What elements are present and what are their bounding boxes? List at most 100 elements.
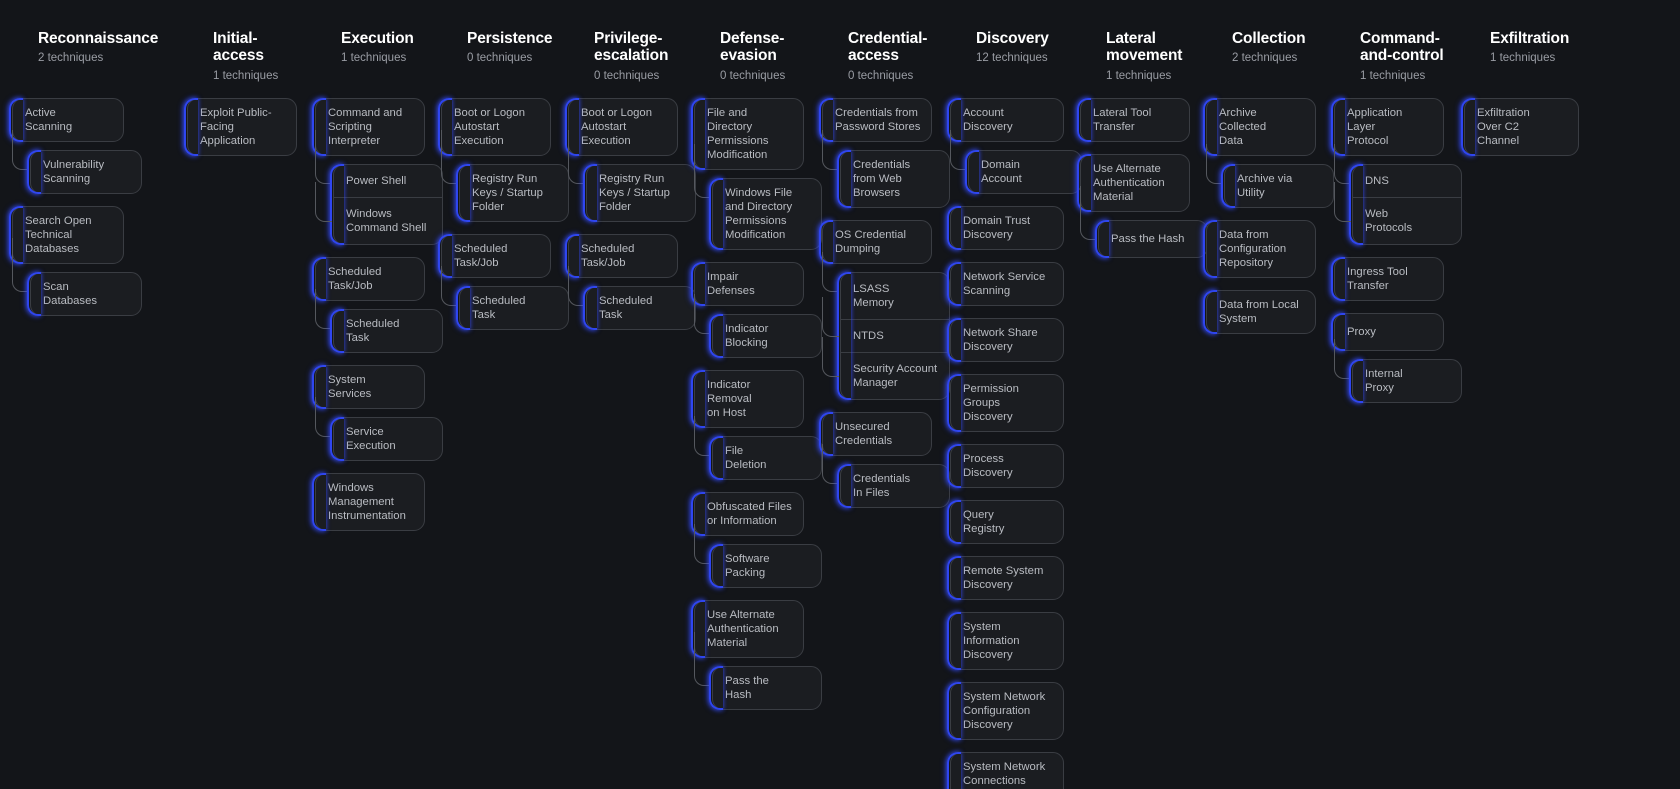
technique-card[interactable]: Data from Configuration Repository — [1203, 220, 1316, 278]
technique-card[interactable]: Unsecured Credentials — [819, 412, 932, 456]
column-title: Discovery — [976, 30, 1049, 47]
column-title: Initial-access — [213, 30, 264, 65]
sub-technique-card[interactable]: Scheduled Task — [583, 286, 696, 330]
technique-card[interactable]: Active Scanning — [9, 98, 124, 142]
column-technique-count: 12 techniques — [976, 52, 1048, 65]
sub-technique-card[interactable]: Scheduled Task — [330, 309, 443, 353]
technique-card[interactable]: Credentials from Password Stores — [819, 98, 932, 142]
technique-card[interactable]: Application Layer Protocol — [1331, 98, 1444, 156]
tactic-column-execution: Execution 1 techniques Command and Scripti… — [303, 30, 443, 543]
sub-technique-row[interactable]: NTDS — [841, 319, 949, 352]
sub-technique-label: Scheduled Task — [472, 295, 526, 321]
technique-group: Account Discovery Domain Account — [947, 98, 1082, 194]
technique-group: Active Scanning Vulnerability Scanning — [9, 98, 175, 194]
technique-card[interactable]: Domain Trust Discovery — [947, 206, 1064, 250]
technique-card[interactable]: Process Discovery — [947, 444, 1064, 488]
sub-technique-row[interactable]: Windows Command Shell — [334, 197, 442, 244]
technique-card[interactable]: Archive Collected Data — [1203, 98, 1316, 156]
technique-label: Remote System Discovery — [963, 565, 1044, 591]
sub-technique-label: Service Execution — [346, 426, 396, 452]
technique-group: Search Open Technical Databases Scan Data… — [9, 206, 175, 316]
technique-card[interactable]: Proxy — [1331, 313, 1444, 351]
sub-technique-label: Credentials from Web Browsers — [853, 159, 911, 199]
technique-card[interactable]: Lateral Tool Transfer — [1077, 98, 1190, 142]
sub-technique-card[interactable]: Domain Account — [965, 150, 1082, 194]
sub-technique-label: Windows File and Directory Permissions M… — [725, 187, 793, 241]
sub-technique-row[interactable]: LSASS Memory — [841, 273, 949, 319]
technique-card[interactable]: Remote System Discovery — [947, 556, 1064, 600]
technique-group: Network Service Scanning — [947, 262, 1068, 306]
sub-technique-card[interactable]: Scan Databases — [27, 272, 142, 316]
technique-card[interactable]: Data from Local System — [1203, 290, 1316, 334]
sub-technique-list: Archive via Utility — [1206, 144, 1334, 208]
technique-card[interactable]: Scheduled Task/Job — [438, 234, 551, 278]
column-header: Reconnaissance 2 techniques — [12, 30, 175, 86]
sub-technique-row[interactable]: Security Account Manager — [841, 352, 949, 399]
technique-label: Network Service Scanning — [963, 271, 1046, 297]
sub-technique-wrap: Vulnerability Scanning — [12, 130, 175, 194]
technique-card[interactable]: System Network Configuration Discovery — [947, 682, 1064, 740]
sub-technique-card[interactable]: Credentials from Web Browsers — [837, 150, 950, 208]
sub-technique-row[interactable]: DNS — [1353, 165, 1461, 197]
technique-group: System Network Configuration Discovery — [947, 682, 1068, 740]
technique-card[interactable]: Exploit Public- Facing Application — [184, 98, 297, 156]
technique-card[interactable]: Search Open Technical Databases — [9, 206, 124, 264]
sub-technique-list: Registry Run Keys / Startup Folder — [568, 130, 696, 222]
sub-technique-card[interactable]: Indicator Blocking — [709, 314, 822, 358]
sub-technique-card[interactable]: Credentials In Files — [837, 464, 950, 508]
technique-card[interactable]: System Services — [312, 365, 425, 409]
sub-technique-card[interactable]: DNS Web Protocols — [1349, 164, 1462, 245]
technique-label: Archive Collected Data — [1219, 107, 1267, 147]
sub-technique-card[interactable]: Vulnerability Scanning — [27, 150, 142, 194]
sub-technique-label: Scan Databases — [43, 281, 98, 307]
sub-technique-row[interactable]: Power Shell — [334, 165, 442, 197]
technique-card[interactable]: Scheduled Task/Job — [312, 257, 425, 301]
technique-card[interactable]: OS Credential Dumping — [819, 220, 932, 264]
sub-technique-card[interactable]: Registry Run Keys / Startup Folder — [456, 164, 569, 222]
technique-card[interactable]: Boot or Logon Autostart Execution — [438, 98, 551, 156]
sub-technique-card[interactable]: Archive via Utility — [1221, 164, 1334, 208]
sub-technique-card[interactable]: Pass the Hash — [1095, 220, 1208, 258]
technique-card[interactable]: Obfuscated Files or Information — [691, 492, 804, 536]
technique-card[interactable]: Indicator Removal on Host — [691, 370, 804, 428]
sub-technique-card[interactable]: Registry Run Keys / Startup Folder — [583, 164, 696, 222]
technique-card[interactable]: Network Share Discovery — [947, 318, 1064, 362]
technique-card[interactable]: System Information Discovery — [947, 612, 1064, 670]
column-technique-count: 0 techniques — [848, 69, 914, 82]
sub-technique-row[interactable]: Web Protocols — [1353, 197, 1461, 244]
technique-card[interactable]: Use Alternate Authentication Material — [691, 600, 804, 658]
technique-card[interactable]: Exfiltration Over C2 Channel — [1461, 98, 1579, 156]
technique-card[interactable]: Command and Scripting Interpreter — [312, 98, 425, 156]
technique-card[interactable]: Windows Management Instrumentation — [312, 473, 425, 531]
sub-technique-card[interactable]: File Deletion — [709, 436, 822, 480]
sub-technique-card[interactable]: LSASS Memory NTDS Security Account Manager — [837, 272, 950, 400]
technique-card[interactable]: Impair Defenses — [691, 262, 804, 306]
sub-technique-card[interactable]: Power Shell Windows Command Shell — [330, 164, 443, 245]
technique-card[interactable]: System Network Connections Discovery — [947, 752, 1064, 789]
sub-technique-card[interactable]: Service Execution — [330, 417, 443, 461]
sub-technique-card[interactable]: Pass the Hash — [709, 666, 822, 710]
technique-label: Ingress Tool Transfer — [1347, 266, 1408, 292]
sub-technique-card[interactable]: Internal Proxy — [1349, 359, 1462, 403]
column-title: Lateral movement — [1106, 30, 1183, 65]
technique-card[interactable]: Query Registry — [947, 500, 1064, 544]
technique-card[interactable]: Account Discovery — [947, 98, 1064, 142]
column-header: Initial-access 1 techniques — [187, 30, 303, 86]
sub-technique-card[interactable]: Scheduled Task — [456, 286, 569, 330]
technique-card[interactable]: Permission Groups Discovery — [947, 374, 1064, 432]
technique-card[interactable]: Use Alternate Authentication Material — [1077, 154, 1190, 212]
sub-technique-card[interactable]: Windows File and Directory Permissions M… — [709, 178, 822, 250]
column-header: Execution 1 techniques — [315, 30, 429, 86]
technique-label: OS Credential Dumping — [835, 229, 906, 255]
technique-card[interactable]: Network Service Scanning — [947, 262, 1064, 306]
sub-technique-wrap: Registry Run Keys / Startup Folder — [568, 130, 696, 222]
tactic-column-initial-access: Initial-access 1 techniques Exploit Public… — [175, 30, 303, 168]
technique-card[interactable]: Boot or Logon Autostart Execution — [565, 98, 678, 156]
technique-card[interactable]: Ingress Tool Transfer — [1331, 257, 1444, 301]
technique-group: Scheduled Task/Job Scheduled Task — [438, 234, 569, 330]
technique-label: Data from Local System — [1219, 299, 1299, 325]
tactic-column-exfiltration: Exfiltration 1 techniques Exfiltration Ove… — [1452, 30, 1582, 168]
sub-technique-card[interactable]: Software Packing — [709, 544, 822, 588]
technique-card[interactable]: File and Directory Permissions Modificat… — [691, 98, 804, 170]
technique-card[interactable]: Scheduled Task/Job — [565, 234, 678, 278]
